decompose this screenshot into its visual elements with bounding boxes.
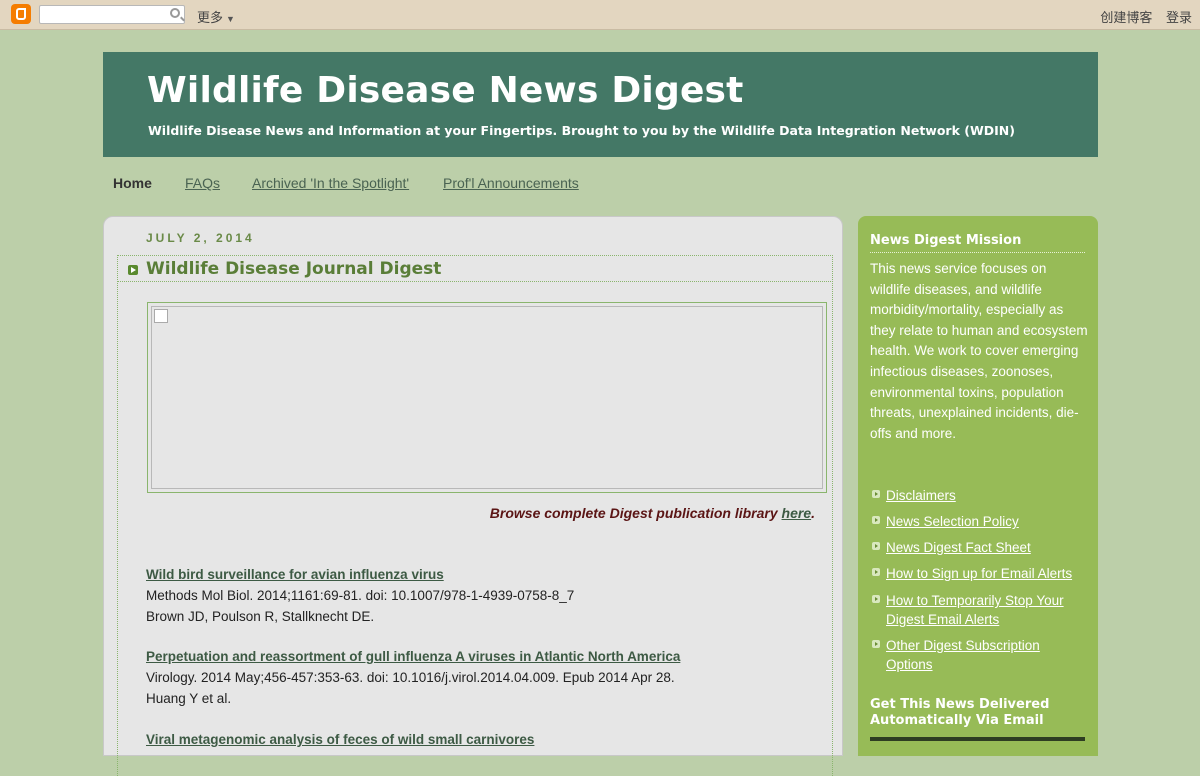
article-item: Wild bird surveillance for avian influen…	[146, 564, 574, 627]
sidebar-link-subscription-options[interactable]: Other Digest Subscription Options	[872, 636, 1086, 674]
link-label[interactable]: How to Sign up for Email Alerts	[886, 566, 1072, 581]
post-image-frame	[147, 302, 827, 493]
sidebar-link-disclaimers[interactable]: Disclaimers	[872, 486, 1086, 505]
tab-home[interactable]: Home	[113, 175, 152, 191]
create-blog-link[interactable]: 创建博客	[1100, 10, 1152, 25]
blog-title[interactable]: Wildlife Disease News Digest	[147, 70, 744, 111]
caret-down-icon: ▼	[226, 14, 235, 24]
email-widget-bar	[870, 737, 1085, 741]
article-title-link[interactable]: Wild bird surveillance for avian influen…	[146, 564, 574, 585]
post-date: JULY 2, 2014	[146, 231, 255, 245]
sidebar-link-fact-sheet[interactable]: News Digest Fact Sheet	[872, 538, 1086, 557]
search-icon[interactable]	[170, 8, 180, 18]
article-item: Perpetuation and reassortment of gull in…	[146, 646, 680, 709]
browse-here-link[interactable]: here	[782, 505, 812, 521]
article-authors: Huang Y et al.	[146, 691, 232, 706]
blogger-navbar: 更多 ▼ 创建博客 登录	[0, 0, 1200, 30]
article-citation: Methods Mol Biol. 2014;1161:69-81. doi: …	[146, 588, 575, 603]
mission-text: This news service focuses on wildlife di…	[870, 261, 1088, 441]
broken-image-icon	[154, 309, 168, 323]
link-label[interactable]: How to Temporarily Stop Your Digest Emai…	[886, 593, 1064, 627]
sidebar-link-stop-alerts[interactable]: How to Temporarily Stop Your Digest Emai…	[872, 591, 1086, 629]
search-input[interactable]	[39, 5, 185, 24]
login-link[interactable]: 登录	[1166, 10, 1192, 25]
sidebar-link-email-signup[interactable]: How to Sign up for Email Alerts	[872, 564, 1086, 583]
link-label[interactable]: Disclaimers	[886, 488, 956, 503]
bullet-arrow-icon	[872, 542, 880, 550]
sidebar: News Digest Mission This news service fo…	[858, 216, 1098, 756]
tab-archived-spotlight[interactable]: Archived 'In the Spotlight'	[252, 175, 409, 191]
arrow-right-icon	[128, 265, 138, 275]
blog-header: Wildlife Disease News Digest Wildlife Di…	[103, 52, 1098, 157]
blogger-logo-icon[interactable]	[11, 4, 31, 24]
sidebar-link-selection-policy[interactable]: News Selection Policy	[872, 512, 1086, 531]
more-menu-label: 更多	[197, 10, 224, 25]
link-label[interactable]: Other Digest Subscription Options	[886, 638, 1040, 672]
post-image[interactable]	[151, 306, 823, 489]
browse-label: Browse complete Digest publication libra…	[489, 505, 782, 521]
article-citation: Virology. 2014 May;456-457:353-63. doi: …	[146, 670, 675, 685]
email-heading: Get This News Delivered Automatically Vi…	[870, 697, 1050, 728]
tab-profl-announcements[interactable]: Prof'l Announcements	[443, 175, 579, 191]
bullet-arrow-icon	[872, 490, 880, 498]
link-label[interactable]: News Digest Fact Sheet	[886, 540, 1031, 555]
post-title[interactable]: Wildlife Disease Journal Digest	[146, 259, 441, 279]
title-divider	[117, 281, 831, 282]
mission-divider	[870, 252, 1085, 253]
bullet-arrow-icon	[872, 568, 880, 576]
main-content: JULY 2, 2014 Wildlife Disease Journal Di…	[103, 216, 843, 776]
bullet-arrow-icon	[872, 516, 880, 524]
article-title-link[interactable]: Perpetuation and reassortment of gull in…	[146, 646, 680, 667]
more-menu[interactable]: 更多 ▼	[197, 7, 235, 26]
browse-library-text: Browse complete Digest publication libra…	[489, 505, 815, 521]
tab-faqs[interactable]: FAQs	[185, 175, 220, 191]
bullet-arrow-icon	[872, 640, 880, 648]
link-label[interactable]: News Selection Policy	[886, 514, 1019, 529]
mission-heading: News Digest Mission	[870, 233, 1022, 248]
blog-description: Wildlife Disease News and Information at…	[148, 123, 1015, 138]
article-authors: Brown JD, Poulson R, Stallknecht DE.	[146, 609, 375, 624]
bullet-arrow-icon	[872, 595, 880, 603]
